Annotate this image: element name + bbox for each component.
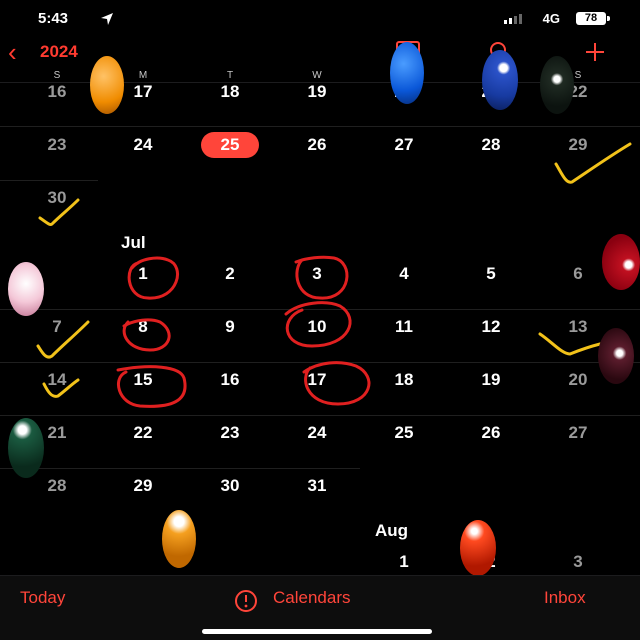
red-ball-sticker (602, 234, 640, 290)
today-button[interactable]: Today (20, 588, 65, 608)
orange-ball-sticker (162, 510, 196, 568)
circle-mark (284, 301, 352, 348)
inbox-button[interactable]: Inbox (544, 588, 586, 608)
home-indicator[interactable] (202, 629, 432, 634)
circle-mark (294, 255, 349, 300)
check-mark (554, 142, 632, 184)
circle-mark (116, 365, 187, 408)
green-ball-sticker (8, 418, 44, 478)
circle-mark (127, 256, 179, 300)
red-ball-sticker (460, 520, 496, 576)
check-mark (538, 332, 602, 356)
blue-ball-sticker (390, 42, 424, 104)
black-ball-sticker (540, 56, 574, 114)
pink-ball-sticker (8, 262, 44, 316)
circle-mark (122, 318, 171, 352)
bottom-tab-bar: Today Calendars Inbox (0, 575, 640, 640)
check-mark (36, 320, 90, 359)
check-mark (42, 378, 80, 398)
alert-circle-icon[interactable] (234, 589, 258, 613)
blue-ball-sticker (482, 50, 518, 110)
orange-ball-sticker (90, 56, 124, 114)
maroon-ball-sticker (598, 328, 634, 384)
check-mark (38, 198, 80, 226)
circle-mark (302, 361, 371, 406)
calendars-button[interactable]: Calendars (273, 588, 351, 608)
